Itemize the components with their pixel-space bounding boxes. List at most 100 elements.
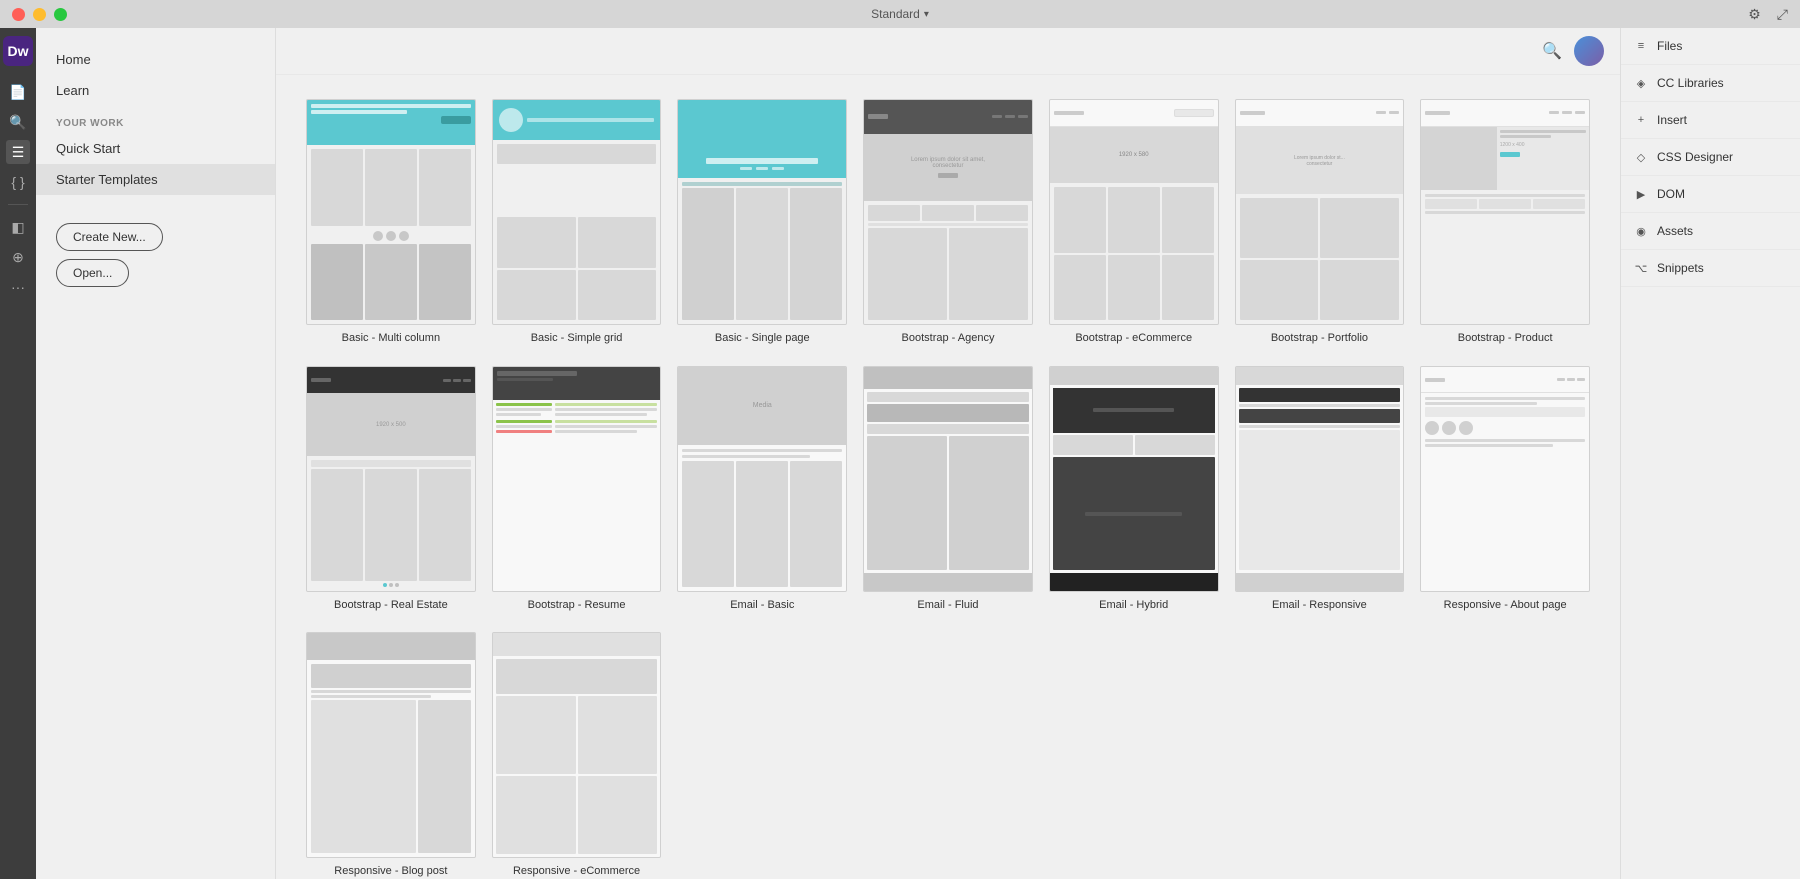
dom-icon: ▶	[1633, 186, 1649, 202]
template-thumb-bootstrap-real-estate: 1920 x 500	[306, 366, 476, 592]
sidebar-item-learn[interactable]: Learn	[36, 75, 275, 106]
template-label-bootstrap-portfolio: Bootstrap - Portfolio	[1235, 331, 1405, 345]
template-item-bootstrap-ecommerce[interactable]: 1920 x 580 Bootstrap - eCommerce	[1049, 99, 1219, 346]
template-item-email-basic[interactable]: Media Email - Basic	[677, 366, 847, 613]
template-item-basic-multi-column[interactable]: Basic - Multi column	[306, 99, 476, 346]
template-label-email-fluid: Email - Fluid	[863, 598, 1033, 612]
expand-icon[interactable]: ⤢	[1777, 6, 1788, 23]
create-new-button[interactable]: Create New...	[56, 223, 163, 251]
template-label-basic-multi-column: Basic - Multi column	[306, 331, 476, 345]
title-dropdown-icon: ▾	[924, 9, 929, 20]
close-button[interactable]	[12, 8, 25, 21]
code-icon[interactable]: { }	[6, 170, 30, 194]
right-panel-files[interactable]: ≡ Files	[1621, 28, 1800, 65]
template-thumb-responsive-about	[1420, 366, 1590, 592]
dw-logo: Dw	[3, 36, 33, 66]
template-item-bootstrap-product[interactable]: 1200 x 400	[1420, 99, 1590, 346]
right-panel-dom[interactable]: ▶ DOM	[1621, 176, 1800, 213]
minimize-button[interactable]	[33, 8, 46, 21]
window-title: Standard ▾	[871, 7, 929, 21]
user-avatar[interactable]	[1574, 36, 1604, 66]
right-panel-assets[interactable]: ◉ Assets	[1621, 213, 1800, 250]
right-panel-cc-libraries[interactable]: ◈ CC Libraries	[1621, 65, 1800, 102]
template-item-email-hybrid[interactable]: Email - Hybrid	[1049, 366, 1219, 613]
template-thumb-email-hybrid	[1049, 366, 1219, 592]
template-label-bootstrap-resume: Bootstrap - Resume	[492, 598, 662, 612]
sidebar-item-quick-start[interactable]: Quick Start	[36, 133, 275, 164]
maximize-button[interactable]	[54, 8, 67, 21]
template-item-responsive-ecommerce[interactable]: Responsive - eCommerce	[492, 632, 662, 879]
template-thumb-bootstrap-product: 1200 x 400	[1420, 99, 1590, 325]
content-wrapper: 🔍	[276, 28, 1620, 879]
template-label-bootstrap-real-estate: Bootstrap - Real Estate	[306, 598, 476, 612]
icon-bar: Dw 📄 🔍 ☰ { } ◧ ⊕ ···	[0, 28, 36, 879]
template-thumb-basic-single-page	[677, 99, 847, 325]
right-panel-snippets[interactable]: ⌥ Snippets	[1621, 250, 1800, 287]
insert-label: Insert	[1657, 113, 1687, 127]
right-panel: ≡ Files ◈ CC Libraries + Insert ◇ CSS De…	[1620, 28, 1800, 879]
template-item-basic-single-page[interactable]: Basic - Single page	[677, 99, 847, 346]
home-panel-icon[interactable]: ☰	[6, 140, 30, 164]
right-panel-css-designer[interactable]: ◇ CSS Designer	[1621, 139, 1800, 176]
template-thumb-email-fluid	[863, 366, 1033, 592]
assets-icon: ◉	[1633, 223, 1649, 239]
title-text: Standard	[871, 7, 920, 21]
template-thumb-bootstrap-ecommerce: 1920 x 580	[1049, 99, 1219, 325]
cc-libraries-label: CC Libraries	[1657, 76, 1724, 90]
sidebar-section-your-work: YOUR WORK	[36, 106, 275, 133]
template-label-email-basic: Email - Basic	[677, 598, 847, 612]
template-label-basic-single-page: Basic - Single page	[677, 331, 847, 345]
dom-label: DOM	[1657, 187, 1685, 201]
template-thumb-bootstrap-resume	[492, 366, 662, 592]
app-window: Dw 📄 🔍 ☰ { } ◧ ⊕ ··· Home Learn YOUR WOR…	[0, 28, 1800, 879]
library-icon[interactable]: ⊕	[6, 245, 30, 269]
template-item-responsive-about[interactable]: Responsive - About page	[1420, 366, 1590, 613]
settings-icon[interactable]: ⚙	[1748, 6, 1761, 23]
template-label-email-responsive: Email - Responsive	[1235, 598, 1405, 612]
template-label-responsive-about: Responsive - About page	[1420, 598, 1590, 612]
template-item-bootstrap-agency[interactable]: Lorem ipsum dolor sit amet,consectetur	[863, 99, 1033, 346]
css-designer-icon: ◇	[1633, 149, 1649, 165]
snippets-label: Snippets	[1657, 261, 1704, 275]
icon-bar-divider	[8, 204, 28, 205]
template-label-bootstrap-product: Bootstrap - Product	[1420, 331, 1590, 345]
sidebar-actions: Create New... Open...	[36, 203, 275, 307]
template-item-bootstrap-resume[interactable]: Bootstrap - Resume	[492, 366, 662, 613]
template-thumb-email-basic: Media	[677, 366, 847, 592]
main-header: 🔍	[276, 28, 1620, 75]
search-icon[interactable]: 🔍	[1538, 37, 1566, 65]
template-item-bootstrap-real-estate[interactable]: 1920 x 500	[306, 366, 476, 613]
sidebar: Home Learn YOUR WORK Quick Start Starter…	[36, 28, 276, 879]
layers-icon[interactable]: ◧	[6, 215, 30, 239]
sidebar-nav: Home Learn YOUR WORK Quick Start Starter…	[36, 28, 275, 203]
file-icon[interactable]: 📄	[6, 80, 30, 104]
insert-icon: +	[1633, 112, 1649, 128]
template-grid-container: Basic - Multi column	[276, 75, 1620, 879]
files-label: Files	[1657, 39, 1682, 53]
sidebar-item-home[interactable]: Home	[36, 44, 275, 75]
template-item-bootstrap-portfolio[interactable]: Lorem ipsum dolor st...consectetur Boots…	[1235, 99, 1405, 346]
template-thumb-responsive-blog	[306, 632, 476, 858]
template-item-email-responsive[interactable]: Email - Responsive	[1235, 366, 1405, 613]
css-designer-label: CSS Designer	[1657, 150, 1733, 164]
sidebar-item-starter-templates[interactable]: Starter Templates	[36, 164, 275, 195]
files-icon: ≡	[1633, 38, 1649, 54]
template-label-bootstrap-ecommerce: Bootstrap - eCommerce	[1049, 331, 1219, 345]
template-thumb-bootstrap-portfolio: Lorem ipsum dolor st...consectetur	[1235, 99, 1405, 325]
window-controls	[12, 8, 67, 21]
template-item-email-fluid[interactable]: Email - Fluid	[863, 366, 1033, 613]
template-thumb-bootstrap-agency: Lorem ipsum dolor sit amet,consectetur	[863, 99, 1033, 325]
template-item-basic-simple-grid[interactable]: Basic - Simple grid	[492, 99, 662, 346]
template-label-email-hybrid: Email - Hybrid	[1049, 598, 1219, 612]
open-button[interactable]: Open...	[56, 259, 129, 287]
template-item-responsive-blog[interactable]: Responsive - Blog post	[306, 632, 476, 879]
template-label-basic-simple-grid: Basic - Simple grid	[492, 331, 662, 345]
search-panel-icon[interactable]: 🔍	[6, 110, 30, 134]
more-icon[interactable]: ···	[6, 275, 30, 299]
template-grid: Basic - Multi column	[306, 99, 1590, 879]
template-thumb-email-responsive	[1235, 366, 1405, 592]
titlebar: Standard ▾ ⚙ ⤢	[0, 0, 1800, 28]
template-label-bootstrap-agency: Bootstrap - Agency	[863, 331, 1033, 345]
right-panel-insert[interactable]: + Insert	[1621, 102, 1800, 139]
template-thumb-basic-multi-column	[306, 99, 476, 325]
